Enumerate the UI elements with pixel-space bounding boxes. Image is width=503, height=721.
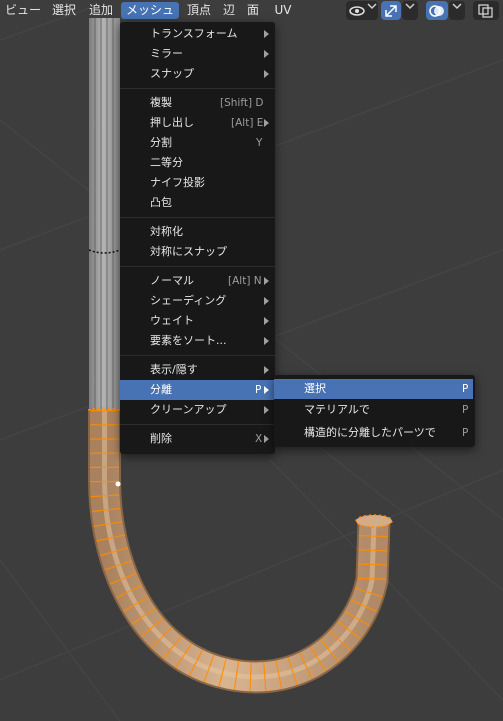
submenu-item-by-loose-parts[interactable]: 構造的に分離したパーツで P (274, 423, 473, 443)
menu-item-separate[interactable]: 分離 P (120, 380, 275, 400)
menu-item-clean-up[interactable]: クリーンアップ (120, 400, 275, 420)
submenu-arrow-icon (264, 337, 269, 345)
viewport-header: ビュー 選択 追加 メッシュ 頂点 辺 面 UV (0, 0, 503, 22)
submenu-arrow-icon (264, 30, 269, 38)
menu-add[interactable]: 追加 (85, 2, 117, 19)
menu-edge[interactable]: 辺 (219, 2, 239, 19)
submenu-arrow-icon (264, 277, 269, 285)
menu-item-delete[interactable]: 削除 X (120, 429, 275, 449)
menu-separator (120, 424, 275, 425)
xray-icon (478, 4, 493, 18)
transform-gizmo-icon (385, 5, 397, 17)
menu-face[interactable]: 面 (243, 2, 263, 19)
menu-vertex[interactable]: 頂点 (183, 2, 215, 19)
chevron-down-icon (452, 3, 462, 10)
menu-separator (120, 266, 275, 267)
overlay-toggle[interactable] (426, 1, 448, 20)
menu-view[interactable]: ビュー (2, 2, 44, 19)
menu-select[interactable]: 選択 (48, 2, 80, 19)
menu-item-symmetrize[interactable]: 対称化 (120, 222, 275, 242)
submenu-arrow-icon (264, 119, 269, 127)
chevron-down-icon (405, 3, 415, 10)
submenu-arrow-icon (264, 70, 269, 78)
submenu-item-by-material[interactable]: マテリアルで P (274, 400, 473, 420)
menu-item-convex-hull[interactable]: 凸包 (120, 193, 275, 213)
menu-item-knife-project[interactable]: ナイフ投影 (120, 173, 275, 193)
menu-item-shading[interactable]: シェーディング (120, 291, 275, 311)
mesh-menu: トランスフォーム ミラー スナップ 複製 [Shift] D 押し出し [Alt… (120, 22, 275, 454)
visibility-dropdown[interactable] (346, 1, 378, 20)
menu-item-duplicate[interactable]: 複製 [Shift] D (120, 93, 275, 113)
menu-item-weights[interactable]: ウェイト (120, 311, 275, 331)
submenu-arrow-icon (264, 297, 269, 305)
menu-item-mirror[interactable]: ミラー (120, 44, 275, 64)
submenu-arrow-icon (264, 366, 269, 374)
menu-item-split[interactable]: 分割 Y (120, 133, 275, 153)
eye-icon (349, 6, 365, 16)
menu-separator (120, 88, 275, 89)
submenu-arrow-icon (264, 50, 269, 58)
menu-item-sort-elements[interactable]: 要素をソート... (120, 331, 275, 351)
gizmo-toggle[interactable] (381, 1, 401, 20)
menu-item-snap-to-symmetry[interactable]: 対称にスナップ (120, 242, 275, 262)
overlay-dropdown[interactable] (449, 1, 465, 20)
separate-submenu: 選択 P マテリアルで P 構造的に分離したパーツで P (274, 375, 475, 447)
xray-toggle[interactable] (473, 1, 499, 20)
menu-separator (120, 355, 275, 356)
submenu-arrow-icon (264, 317, 269, 325)
mesh-unselected-part (88, 18, 121, 410)
submenu-item-selection[interactable]: 選択 P (274, 379, 473, 399)
menu-item-transform[interactable]: トランスフォーム (120, 24, 275, 44)
gizmo-dropdown[interactable] (402, 1, 418, 20)
menu-item-bisect[interactable]: 二等分 (120, 153, 275, 173)
menu-separator (120, 217, 275, 218)
submenu-arrow-icon (264, 386, 269, 394)
overlay-icon (429, 5, 444, 17)
submenu-arrow-icon (264, 435, 269, 443)
menu-uv[interactable]: UV (271, 2, 295, 19)
chevron-down-icon (367, 3, 377, 10)
menu-item-extrude[interactable]: 押し出し [Alt] E (120, 113, 275, 133)
submenu-arrow-icon (264, 406, 269, 414)
menu-mesh[interactable]: メッシュ (121, 2, 179, 19)
menu-item-snap[interactable]: スナップ (120, 64, 275, 84)
menu-item-show-hide[interactable]: 表示/隠す (120, 360, 275, 380)
menu-item-normals[interactable]: ノーマル [Alt] N (120, 271, 275, 291)
